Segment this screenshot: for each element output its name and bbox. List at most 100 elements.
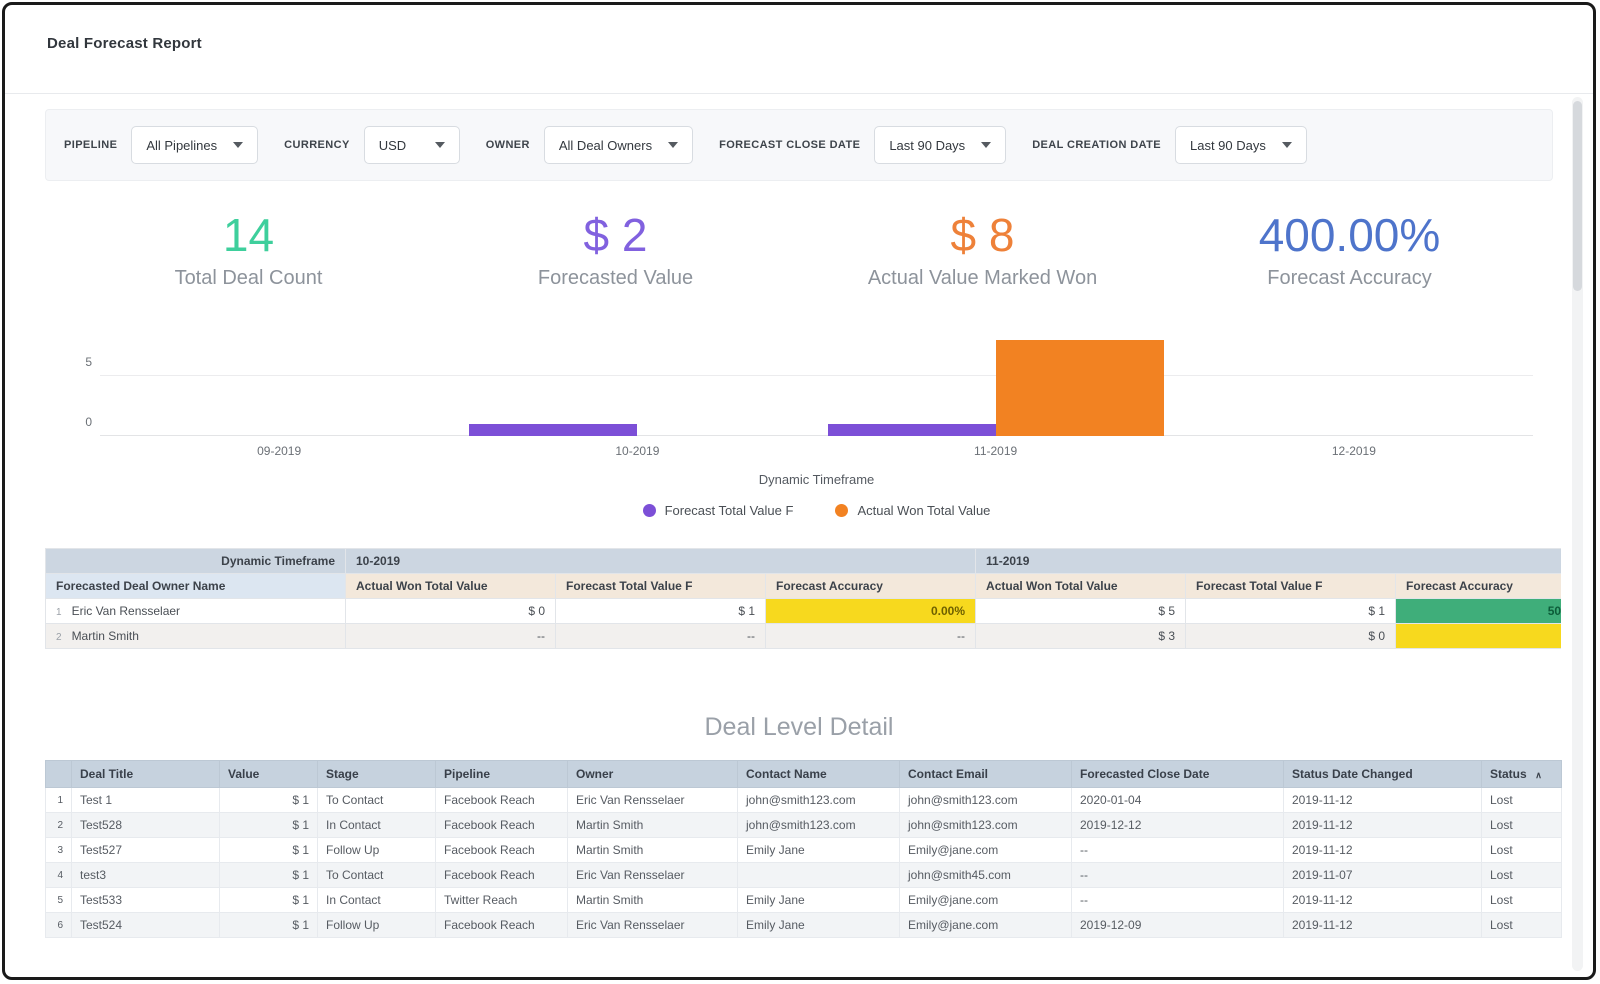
detail-column-value[interactable]: Value	[220, 761, 318, 788]
bar-actual-won-total-value[interactable]	[996, 340, 1164, 436]
detail-column-forecasted-close-date[interactable]: Forecasted Close Date	[1072, 761, 1284, 788]
filter-dropdown-owner[interactable]: All Deal Owners	[544, 126, 693, 164]
bar-group-11-2019	[817, 316, 1175, 436]
detail-data-row[interactable]: 3Test527$ 1Follow UpFacebook ReachMartin…	[46, 838, 1562, 863]
scrollbar-thumb[interactable]	[1573, 101, 1582, 291]
filter-group-pipeline: PIPELINEAll Pipelines	[64, 126, 258, 164]
detail-cell-stage: Follow Up	[318, 838, 436, 863]
forecast-bar-chart: 05 09-201910-201911-201912-2019 Dynamic …	[100, 316, 1533, 518]
pivot-value-cell: $ 3	[976, 624, 1186, 649]
detail-cell-owner: Eric Van Rensselaer	[568, 788, 738, 813]
detail-cell-value: $ 1	[220, 863, 318, 888]
filter-selected-value: USD	[379, 138, 406, 153]
detail-column-pipeline[interactable]: Pipeline	[436, 761, 568, 788]
detail-column-stage[interactable]: Stage	[318, 761, 436, 788]
detail-data-row[interactable]: 1Test 1$ 1To ContactFacebook ReachEric V…	[46, 788, 1562, 813]
pivot-value-cell: --	[556, 624, 766, 649]
chart-x-axis: 09-201910-201911-201912-2019	[100, 444, 1533, 458]
detail-header-row: Deal TitleValueStagePipelineOwnerContact…	[46, 761, 1562, 788]
header-divider	[5, 93, 1593, 94]
filter-dropdown-forecast-close-date[interactable]: Last 90 Days	[874, 126, 1006, 164]
pivot-value-cell: $ 5	[976, 599, 1186, 624]
detail-cell-status: Lost	[1482, 888, 1562, 913]
detail-cell-contact-email: Emily@jane.com	[900, 888, 1072, 913]
detail-cell-status: Lost	[1482, 838, 1562, 863]
detail-cell-stage: Follow Up	[318, 913, 436, 938]
filter-group-deal-creation-date: DEAL CREATION DATELast 90 Days	[1032, 126, 1307, 164]
filter-label: CURRENCY	[284, 139, 350, 151]
pivot-value-cell: 0.00%	[1396, 624, 1561, 649]
filter-selected-value: All Pipelines	[146, 138, 217, 153]
detail-column-deal-title[interactable]: Deal Title	[72, 761, 220, 788]
detail-column-status[interactable]: Status ∧	[1482, 761, 1562, 788]
filter-group-owner: OWNER All Deal Owners	[486, 126, 693, 164]
kpi-value: $ 8	[799, 209, 1166, 261]
detail-cell-contact-name: Emily Jane	[738, 888, 900, 913]
detail-cell-status-date-changed: 2019-11-07	[1284, 863, 1482, 888]
sort-ascending-icon: ∧	[1533, 770, 1542, 780]
vertical-scrollbar[interactable]	[1572, 97, 1583, 971]
detail-cell-pipeline: Facebook Reach	[436, 838, 568, 863]
filter-label: OWNER	[486, 139, 530, 151]
y-tick-label: 0	[70, 415, 92, 429]
pivot-value-cell: $ 0	[346, 599, 556, 624]
pivot-value-cell: $ 1	[556, 599, 766, 624]
detail-cell-forecasted-close-date: --	[1072, 863, 1284, 888]
kpi-label: Total Deal Count	[65, 267, 432, 290]
detail-data-row[interactable]: 6Test524$ 1Follow UpFacebook ReachEric V…	[46, 913, 1562, 938]
pivot-row-number: 2	[56, 632, 62, 643]
kpi-value: 14	[65, 209, 432, 261]
filter-dropdown-currency[interactable]: USD	[364, 126, 460, 164]
chart-plot-area: 05	[100, 316, 1533, 436]
kpi-card: 400.00% Forecast Accuracy	[1166, 209, 1533, 290]
detail-cell-status-date-changed: 2019-11-12	[1284, 788, 1482, 813]
filter-dropdown-deal-creation-date[interactable]: Last 90 Days	[1175, 126, 1307, 164]
detail-cell-status-date-changed: 2019-11-12	[1284, 888, 1482, 913]
kpi-label: Forecasted Value	[432, 267, 799, 290]
pivot-group-11-2019: 11-2019	[976, 549, 1561, 574]
detail-row-number: 1	[46, 788, 72, 813]
detail-data-row[interactable]: 4test3$ 1To ContactFacebook ReachEric Va…	[46, 863, 1562, 888]
x-tick-label: 11-2019	[817, 444, 1175, 458]
filter-label: FORECAST CLOSE DATE	[719, 139, 860, 151]
legend-item[interactable]: Forecast Total Value F	[643, 503, 794, 518]
detail-cell-owner: Eric Van Rensselaer	[568, 863, 738, 888]
kpi-value: $ 2	[432, 209, 799, 261]
detail-column-contact-name[interactable]: Contact Name	[738, 761, 900, 788]
pivot-value-cell: --	[766, 624, 976, 649]
report-header: Deal Forecast Report	[5, 5, 1593, 91]
legend-item[interactable]: Actual Won Total Value	[835, 503, 990, 518]
forecast-pivot-table: Dynamic Timeframe10-201911-2019Forecaste…	[45, 548, 1561, 649]
pivot-value-cell: --	[346, 624, 556, 649]
detail-cell-pipeline: Twitter Reach	[436, 888, 568, 913]
detail-cell-forecasted-close-date: 2020-01-04	[1072, 788, 1284, 813]
kpi-label: Forecast Accuracy	[1166, 267, 1533, 290]
pivot-timeframe-row: Dynamic Timeframe10-201911-2019	[46, 549, 1562, 574]
detail-column-owner[interactable]: Owner	[568, 761, 738, 788]
detail-cell-status-date-changed: 2019-11-12	[1284, 813, 1482, 838]
detail-data-row[interactable]: 2Test528$ 1In ContactFacebook ReachMarti…	[46, 813, 1562, 838]
legend-label: Actual Won Total Value	[857, 503, 990, 518]
pivot-data-row: 1Eric Van Rensselaer$ 0$ 10.00%$ 5$ 1500…	[46, 599, 1562, 624]
chevron-down-icon	[668, 142, 678, 148]
y-tick-label: 5	[70, 355, 92, 369]
detail-column-contact-email[interactable]: Contact Email	[900, 761, 1072, 788]
bar-forecast-total-value-f[interactable]	[469, 424, 637, 436]
page-title: Deal Forecast Report	[47, 35, 1593, 52]
bar-forecast-total-value-f[interactable]	[828, 424, 996, 436]
detail-column-status-date-changed[interactable]: Status Date Changed	[1284, 761, 1482, 788]
detail-cell-contact-name	[738, 863, 900, 888]
detail-cell-forecasted-close-date: --	[1072, 888, 1284, 913]
pivot-timeframe-label: Dynamic Timeframe	[46, 549, 346, 574]
legend-dot-icon	[643, 504, 656, 517]
pivot-owner-name-cell: 2Martin Smith	[46, 624, 346, 649]
deal-level-detail-table: Deal TitleValueStagePipelineOwnerContact…	[45, 760, 1561, 938]
detail-cell-status: Lost	[1482, 813, 1562, 838]
filter-dropdown-pipeline[interactable]: All Pipelines	[131, 126, 258, 164]
detail-cell-contact-name: john@smith123.com	[738, 813, 900, 838]
detail-cell-owner: Martin Smith	[568, 813, 738, 838]
kpi-value: 400.00%	[1166, 209, 1533, 261]
detail-data-row[interactable]: 5Test533$ 1In ContactTwitter ReachMartin…	[46, 888, 1562, 913]
bar-group-09-2019	[100, 316, 458, 436]
legend-dot-icon	[835, 504, 848, 517]
